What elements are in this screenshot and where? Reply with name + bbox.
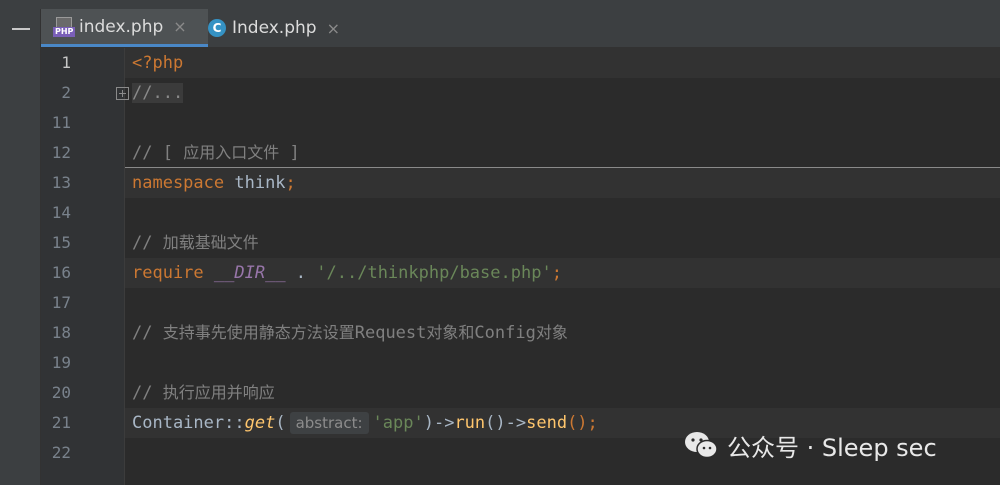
operator: )-> — [423, 413, 455, 433]
paren: ( — [275, 413, 286, 433]
watermark: 公众号 · Sleep sec — [683, 428, 937, 462]
comment-text: 对象 — [535, 323, 568, 342]
tool-window-bar — [0, 9, 41, 485]
semicolon: ; — [285, 173, 296, 193]
code-line-18: // 支持事先使用静态方法设置Request对象和Config对象 — [132, 321, 568, 345]
watermark-text: 公众号 · Sleep sec — [727, 433, 937, 462]
comment-text: Request — [354, 323, 427, 343]
line-number: 11 — [51, 113, 71, 132]
comment-text: // — [132, 323, 163, 343]
line-number: 17 — [51, 293, 71, 312]
operator: . — [285, 263, 317, 283]
code-editor[interactable]: <?php //... // [ 应用入口文件 ] namespace thin… — [125, 48, 1000, 485]
editor-tab-bar: PHP index.php × C Index.php × — [41, 9, 1000, 48]
comment-text: // — [132, 383, 163, 403]
method-call: send — [526, 413, 568, 433]
line-number: 12 — [51, 143, 71, 162]
php-file-icon: PHP — [53, 16, 76, 37]
line-number: 15 — [51, 233, 71, 252]
line-number: 20 — [51, 383, 71, 402]
close-icon[interactable]: × — [327, 19, 340, 38]
minimize-icon[interactable] — [12, 28, 30, 30]
line-number: 22 — [51, 443, 71, 462]
line-number: 2 — [61, 83, 71, 102]
php-open-tag: <?php — [132, 53, 184, 73]
static-method: get — [244, 413, 276, 433]
comment-text: 执行应用并响应 — [162, 383, 275, 402]
comment-text: 应用入口文件 — [183, 143, 280, 162]
code-line-12: // [ 应用入口文件 ] — [132, 141, 300, 165]
line-number: 16 — [51, 263, 71, 282]
string-literal: '/../thinkphp/base.php' — [316, 263, 552, 283]
comment-text: Config — [474, 323, 536, 343]
parameter-hint: abstract: — [289, 412, 369, 434]
comment-text: 对象和 — [426, 323, 475, 342]
code-line-13: namespace think; — [132, 171, 296, 195]
paren-semicolon: (); — [567, 413, 598, 433]
code-line-21: Container::get(abstract:'app')->run()->s… — [132, 411, 598, 435]
folded-region[interactable]: //... — [132, 83, 184, 103]
magic-constant: __DIR__ — [213, 263, 286, 283]
comment-text: // — [132, 233, 163, 253]
code-line-16: require __DIR__ . '/../thinkphp/base.php… — [132, 261, 562, 285]
line-number: 19 — [51, 353, 71, 372]
comment-text: 支持事先使用静态方法设置 — [162, 323, 355, 342]
class-icon: C — [208, 19, 226, 37]
tab-label: Index.php — [232, 18, 317, 38]
method-call: run — [454, 413, 486, 433]
string-literal: 'app' — [372, 413, 424, 433]
line-number: 21 — [51, 413, 71, 432]
semicolon: ; — [551, 263, 562, 283]
code-line-2[interactable]: //... — [132, 81, 184, 105]
tab-label: index.php — [79, 16, 164, 37]
operator: ()-> — [485, 413, 527, 433]
namespace-name: think — [224, 173, 286, 193]
comment-text: 加载基础文件 — [162, 233, 259, 252]
comment-text: // [ — [132, 143, 184, 163]
keyword: require — [132, 263, 204, 283]
class-name: Container — [132, 413, 225, 433]
close-icon[interactable]: × — [173, 17, 186, 36]
tab-index-php-controller[interactable]: C Index.php × — [208, 9, 358, 47]
operator: :: — [224, 413, 245, 433]
line-number: 18 — [51, 323, 71, 342]
comment-text: ] — [279, 143, 300, 163]
tab-index-php-view[interactable]: PHP index.php × — [41, 9, 208, 47]
code-line-15: // 加载基础文件 — [132, 231, 259, 255]
line-number: 13 — [51, 173, 71, 192]
code-line-1: <?php — [132, 51, 183, 75]
wechat-icon — [685, 432, 718, 459]
code-line-20: // 执行应用并响应 — [132, 381, 275, 405]
line-number: 14 — [51, 203, 71, 222]
line-number: 1 — [61, 53, 71, 72]
keyword: namespace — [132, 173, 225, 193]
